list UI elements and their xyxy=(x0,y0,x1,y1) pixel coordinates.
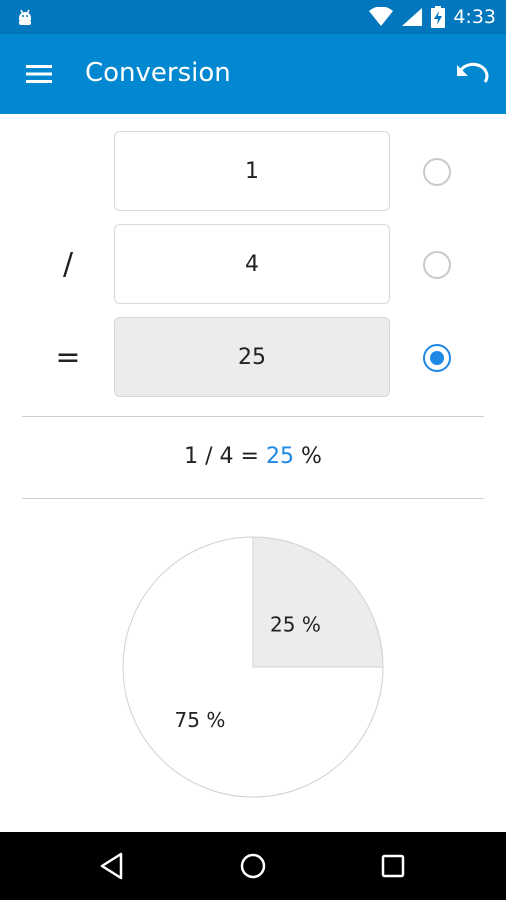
percentage-pie-chart: 25 % 75 % xyxy=(122,536,384,798)
summary-suffix: % xyxy=(293,444,322,469)
operator-label xyxy=(40,131,96,213)
pie-slice-label: 75 % xyxy=(175,708,226,732)
divider xyxy=(22,498,484,499)
numerator-row: 1 xyxy=(0,131,506,213)
menu-icon[interactable] xyxy=(16,54,62,94)
app-bar: Conversion xyxy=(0,34,506,114)
signal-icon xyxy=(402,8,423,26)
denominator-row: / 4 xyxy=(0,224,506,306)
wifi-icon xyxy=(369,7,394,26)
denominator-radio[interactable] xyxy=(423,251,451,279)
result-radio[interactable] xyxy=(423,344,451,372)
pie-slice xyxy=(252,536,384,668)
equals-operator-label: = xyxy=(55,340,81,375)
navigation-bar xyxy=(0,832,506,900)
result-field[interactable]: 25 xyxy=(114,317,390,397)
status-time: 4:33 xyxy=(453,6,496,28)
pie-slice-label: 25 % xyxy=(270,613,321,637)
android-debug-icon xyxy=(19,9,31,25)
page-title: Conversion xyxy=(85,58,231,88)
battery-charging-icon xyxy=(431,6,446,28)
home-icon[interactable] xyxy=(236,849,270,883)
divider xyxy=(22,416,484,417)
denominator-input[interactable]: 4 xyxy=(114,224,390,304)
numerator-radio[interactable] xyxy=(423,158,451,186)
recents-icon[interactable] xyxy=(376,849,410,883)
summary-expression: 1 / 4 = 25 % xyxy=(0,444,506,476)
summary-prefix: 1 / 4 = xyxy=(184,444,266,469)
result-row: = 25 xyxy=(0,317,506,399)
status-bar: 4:33 xyxy=(0,0,506,34)
summary-result: 25 xyxy=(265,444,294,469)
undo-icon[interactable] xyxy=(448,54,494,94)
numerator-input[interactable]: 1 xyxy=(114,131,390,211)
divide-operator-label: / xyxy=(62,247,74,282)
back-icon[interactable] xyxy=(96,849,130,883)
